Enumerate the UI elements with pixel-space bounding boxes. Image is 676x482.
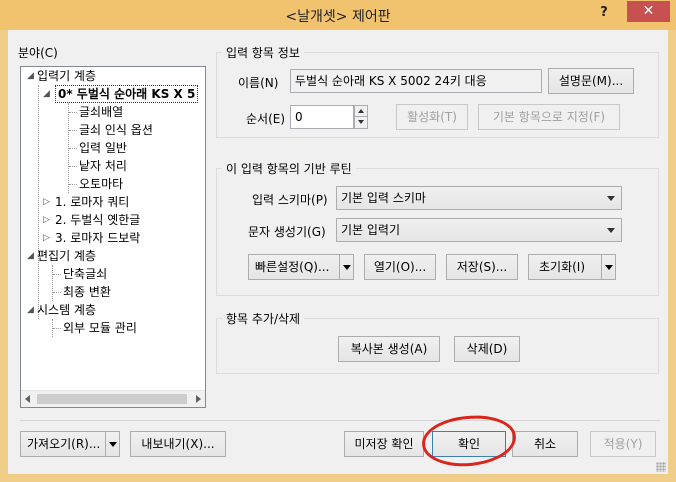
generator-label: 문자 생성기(G): [248, 225, 326, 239]
apply-button[interactable]: 적용(Y): [590, 431, 656, 457]
order-field[interactable]: 0: [290, 105, 354, 129]
tree-item-key-recognition[interactable]: 글쇠 인식 옵션: [79, 121, 153, 139]
name-field[interactable]: 두벌식 순아래 KS X 5002 24키 대응: [290, 69, 542, 93]
scrollbar-thumb[interactable]: [37, 394, 187, 404]
schema-value: 기본 입력 스키마: [341, 191, 426, 205]
tree-item-old-hangul[interactable]: 2. 두벌식 옛한글: [55, 211, 140, 229]
order-label: 순서(E): [246, 112, 286, 126]
tree-item-editor-layer[interactable]: 편집기 계층: [37, 247, 96, 265]
reset-label: 초기화(I): [539, 260, 586, 274]
tree-line: [69, 148, 77, 149]
unsaved-check-button[interactable]: 미저장 확인: [344, 431, 424, 457]
tree-item-shortcuts[interactable]: 단축글쇠: [63, 265, 107, 283]
tree-item-keyboard-layout[interactable]: 글쇠배열: [79, 103, 123, 121]
order-spinner[interactable]: [354, 105, 368, 129]
resize-grip-icon[interactable]: [656, 462, 666, 472]
tree-expander[interactable]: ▷: [43, 193, 50, 211]
input-info-title: 입력 항목 정보: [222, 44, 304, 61]
category-label: 분야(C): [18, 46, 58, 60]
footer-divider: [20, 420, 660, 421]
tree-item-final-conversion[interactable]: 최종 변환: [63, 283, 111, 301]
tree-line: [38, 85, 39, 319]
tree-expander[interactable]: ◢: [43, 85, 50, 103]
generator-dropdown[interactable]: 기본 입력기: [336, 218, 622, 242]
import-button[interactable]: 가져오기(R)...: [20, 431, 120, 457]
tree-line: [69, 166, 77, 167]
activate-button[interactable]: 활성화(T): [396, 104, 468, 130]
tree-line: [69, 112, 77, 113]
tree-item-automata[interactable]: 오토마타: [79, 175, 123, 193]
save-button[interactable]: 저장(S)...: [446, 254, 518, 280]
window-title: <날개셋> 제어판: [285, 9, 391, 25]
tree-horizontal-scrollbar[interactable]: [21, 390, 205, 407]
tree-line: [69, 184, 77, 185]
spin-down-icon[interactable]: [355, 117, 367, 128]
reset-button[interactable]: 초기화(I): [528, 254, 616, 280]
tree-expander[interactable]: ◢: [27, 301, 34, 319]
tree-item-roman-qwerty[interactable]: 1. 로마자 쿼티: [55, 193, 129, 211]
set-default-button[interactable]: 기본 항목으로 지정(F): [478, 104, 620, 130]
tree-item-input-layer[interactable]: 입력기 계층: [37, 67, 96, 85]
tree-item-jamo-handling[interactable]: 낱자 처리: [79, 157, 127, 175]
help-button[interactable]: ?: [590, 2, 618, 24]
category-tree[interactable]: ◢ 입력기 계층 ◢ 0* 두벌식 순아래 KS X 5 글쇠배열 글쇠 인식 …: [20, 66, 206, 408]
tree-item-system-layer[interactable]: 시스템 계층: [37, 301, 96, 319]
cancel-button[interactable]: 취소: [512, 431, 578, 457]
tree-item-input-general[interactable]: 입력 일반: [79, 139, 127, 157]
export-button[interactable]: 내보내기(X)...: [130, 431, 226, 457]
scroll-right-icon[interactable]: [196, 395, 201, 403]
chevron-down-icon: [607, 196, 615, 201]
title-bar: <날개셋> 제어판 ? ✕: [0, 0, 676, 30]
description-button[interactable]: 설명문(M)...: [548, 68, 634, 94]
duplicate-button[interactable]: 복사본 생성(A): [338, 336, 440, 362]
import-label: 가져오기(R)...: [27, 437, 101, 451]
chevron-down-icon: [607, 228, 615, 233]
spin-up-icon[interactable]: [355, 106, 367, 117]
tree-expander[interactable]: ◢: [27, 247, 34, 265]
dialog-client: 분야(C) ◢ 입력기 계층 ◢ 0* 두벌식 순아래 KS X 5 글쇠배열 …: [8, 30, 668, 474]
schema-label: 입력 스키마(P): [252, 193, 328, 207]
close-button[interactable]: ✕: [627, 1, 670, 22]
tree-line: [53, 274, 61, 275]
quick-settings-button[interactable]: 빠른설정(Q)...: [248, 254, 354, 280]
schema-dropdown[interactable]: 기본 입력 스키마: [336, 186, 622, 210]
open-button[interactable]: 열기(O)...: [364, 254, 436, 280]
ok-button[interactable]: 확인: [432, 431, 506, 457]
name-label: 이름(N): [238, 76, 279, 90]
add-remove-title: 항목 추가/삭제: [222, 310, 305, 327]
dropdown-arrow-icon[interactable]: [339, 255, 353, 279]
dropdown-arrow-icon[interactable]: [105, 432, 119, 456]
tree-line: [53, 328, 61, 329]
tree-expander[interactable]: ▷: [43, 211, 50, 229]
tree-line: [69, 130, 77, 131]
tree-line: [52, 265, 53, 301]
tree-expander[interactable]: ▷: [43, 229, 50, 247]
tree-expander[interactable]: ◢: [27, 67, 34, 85]
dropdown-arrow-icon[interactable]: [601, 255, 615, 279]
tree-item-selected-input[interactable]: 0* 두벌식 순아래 KS X 5: [55, 85, 199, 103]
tree-item-external-modules[interactable]: 외부 모듈 관리: [63, 319, 137, 337]
generator-value: 기본 입력기: [341, 223, 401, 237]
tree-item-roman-dvorak[interactable]: 3. 로마자 드보락: [55, 229, 140, 247]
quick-settings-label: 빠른설정(Q)...: [255, 260, 330, 274]
delete-button[interactable]: 삭제(D): [454, 336, 520, 362]
base-routine-title: 이 입력 항목의 기반 루틴: [222, 160, 356, 177]
tree-line: [53, 292, 61, 293]
scroll-left-icon[interactable]: [25, 395, 30, 403]
